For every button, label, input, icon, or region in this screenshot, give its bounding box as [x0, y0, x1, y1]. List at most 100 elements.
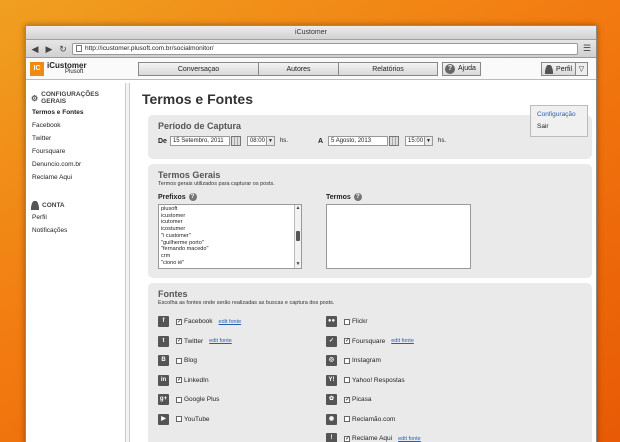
sidebar-item-denuncio[interactable]: Denuncio.com.br	[26, 159, 125, 172]
app-name: iCustomer	[47, 60, 87, 70]
sidebar-item-notificacoes[interactable]: Notificações	[26, 225, 125, 238]
browser-window: iCustomer ◀ ▶ ↻ http://icustomer.plusoft…	[25, 25, 597, 442]
source-checkbox[interactable]	[176, 357, 182, 364]
edit-source-link[interactable]: edit fonte	[398, 436, 421, 442]
forward-arrow-icon[interactable]: ▶	[44, 44, 54, 54]
from-time-dropdown-icon[interactable]: ▼	[266, 136, 275, 146]
help-button[interactable]: ? Ajuda	[442, 61, 481, 76]
app-company: Plusoft	[65, 68, 84, 75]
sidebar-item-termos[interactable]: Termos e Fontes	[26, 107, 125, 120]
source-checkbox[interactable]	[344, 416, 350, 423]
profile-dropdown: Configuração Sair	[530, 105, 588, 137]
source-checkbox[interactable]: ✓	[344, 338, 350, 345]
browser-toolbar: ◀ ▶ ↻ http://icustomer.plusoft.com.br/so…	[26, 40, 596, 58]
reclame-aqui-icon: !	[326, 433, 337, 442]
hamburger-menu-icon[interactable]: ☰	[582, 43, 592, 54]
prefixes-label: Prefixos	[158, 193, 186, 201]
capture-period-panel: Período de Captura De 15 Setembro, 2011 …	[148, 115, 592, 159]
edit-source-link[interactable]: edit fonte	[209, 338, 232, 344]
source-name: Reclame Aqui	[352, 435, 393, 442]
source-item: ◎ Instagram	[326, 351, 494, 371]
help-icon[interactable]: ?	[353, 193, 362, 201]
help-label: Ajuda	[458, 65, 476, 72]
tab-conversacao[interactable]: Conversaçao	[139, 62, 259, 75]
source-name: Yahoo! Respostas	[352, 376, 405, 384]
source-checkbox[interactable]	[176, 396, 182, 403]
user-icon	[31, 201, 39, 210]
to-time-field[interactable]: 15:00	[405, 136, 426, 146]
sidebar-item-foursquare[interactable]: Foursquare	[26, 146, 125, 159]
source-item: t ✓ Twitter edit fonte	[158, 332, 326, 352]
sidebar-splitter[interactable]	[126, 83, 130, 442]
scroll-down-icon[interactable]: ▼	[295, 261, 301, 268]
to-hs-label: hs.	[438, 138, 447, 144]
sources-panel: Fontes Escolha as fontes onde serão real…	[148, 283, 592, 442]
scroll-up-icon[interactable]: ▲	[295, 205, 301, 212]
sources-title: Fontes	[158, 289, 188, 299]
source-name: Facebook	[184, 318, 213, 326]
flickr-icon: ●●	[326, 316, 337, 328]
sidebar-section-conta: CONTA	[26, 199, 125, 212]
source-checkbox[interactable]: ✓	[344, 396, 350, 403]
from-time-field[interactable]: 08:00	[246, 136, 267, 146]
calendar-icon[interactable]	[230, 136, 241, 146]
picasa-icon: ✿	[326, 394, 337, 406]
menu-item-sair[interactable]: Sair	[531, 121, 587, 133]
from-date-field[interactable]: 15 Setembro, 2011	[169, 136, 230, 146]
prefixes-list[interactable]: plusoft icustomer icutomer icostumer "i …	[158, 204, 302, 269]
to-date-field[interactable]: 5 Agosto, 2013	[328, 136, 389, 146]
sidebar-item-facebook[interactable]: Facebook	[26, 120, 125, 133]
sidebar-item-reclame-aqui[interactable]: Reclame Aqui	[26, 172, 125, 185]
menu-item-configuracao[interactable]: Configuração	[531, 109, 587, 121]
url-bar[interactable]: http://icustomer.plusoft.com.br/socialmo…	[72, 42, 578, 55]
source-checkbox[interactable]	[344, 318, 350, 325]
edit-source-link[interactable]: edit fonte	[391, 338, 414, 344]
source-checkbox[interactable]	[176, 416, 182, 423]
prefixes-scrollbar[interactable]: ▲ ▼	[294, 205, 301, 268]
source-item: in ✓ LinkedIn	[158, 371, 326, 391]
source-item: ●● Flickr	[326, 312, 494, 332]
source-checkbox[interactable]: ✓	[344, 435, 350, 442]
list-item: "fernando macedo"	[161, 246, 209, 253]
from-label: De	[158, 137, 167, 145]
sidebar-item-perfil[interactable]: Perfil	[26, 212, 125, 225]
page-title: Termos e Fontes	[142, 91, 253, 107]
edit-source-link[interactable]: edit fonte	[219, 319, 242, 325]
to-time-dropdown-icon[interactable]: ▼	[425, 136, 434, 146]
source-checkbox[interactable]: ✓	[176, 338, 182, 345]
tab-relatorios[interactable]: Relatórios	[339, 62, 437, 75]
back-arrow-icon[interactable]: ◀	[30, 44, 40, 54]
tab-autores[interactable]: Autores	[259, 62, 339, 75]
source-name: Foursquare	[352, 337, 386, 345]
calendar-icon[interactable]	[389, 136, 400, 146]
list-item: "ciono ié"	[161, 259, 185, 266]
profile-menu[interactable]: Perfil ▽	[541, 62, 588, 76]
source-checkbox[interactable]	[344, 377, 350, 384]
sidebar-item-twitter[interactable]: Twitter	[26, 133, 125, 146]
chevron-down-icon[interactable]: ▽	[576, 63, 587, 75]
terms-panel: Termos Gerais Termos gerais utilizados p…	[148, 164, 592, 278]
source-name: Instagram	[352, 357, 381, 365]
main-content: Termos e Fontes Período de Captura De 15…	[142, 83, 592, 442]
source-checkbox[interactable]: ✓	[176, 318, 182, 325]
reload-icon[interactable]: ↻	[58, 44, 68, 54]
sidebar-section-config: ⚙ CONFIGURAÇÕES GERAIS	[31, 91, 99, 105]
source-item: ✿ ✓ Picasa	[326, 390, 494, 410]
source-name: Blog	[184, 357, 198, 365]
source-item: g+ Google Plus	[158, 390, 326, 410]
help-icon: ?	[445, 63, 455, 74]
source-checkbox[interactable]: ✓	[176, 377, 182, 384]
sources-grid: f ✓ Facebook edit fonte t ✓ Twitter edit fonte B…	[158, 312, 582, 442]
capture-row: De 15 Setembro, 2011 08:00 ▼ hs. A 5 Ago…	[158, 136, 582, 146]
yahoo-icon: Y!	[326, 374, 337, 386]
scroll-thumb[interactable]	[296, 231, 300, 241]
sidebar: ⚙ CONFIGURAÇÕES GERAIS Termos e Fontes F…	[26, 83, 126, 442]
source-checkbox[interactable]	[344, 357, 350, 364]
list-item: icustomer	[161, 212, 186, 219]
profile-label: Perfil	[556, 65, 572, 73]
reclamao-icon: ◉	[326, 413, 337, 425]
twitter-icon: t	[158, 335, 169, 347]
terms-textarea[interactable]	[326, 204, 471, 269]
list-item: icutomer	[161, 219, 183, 226]
help-icon[interactable]: ?	[188, 193, 197, 201]
